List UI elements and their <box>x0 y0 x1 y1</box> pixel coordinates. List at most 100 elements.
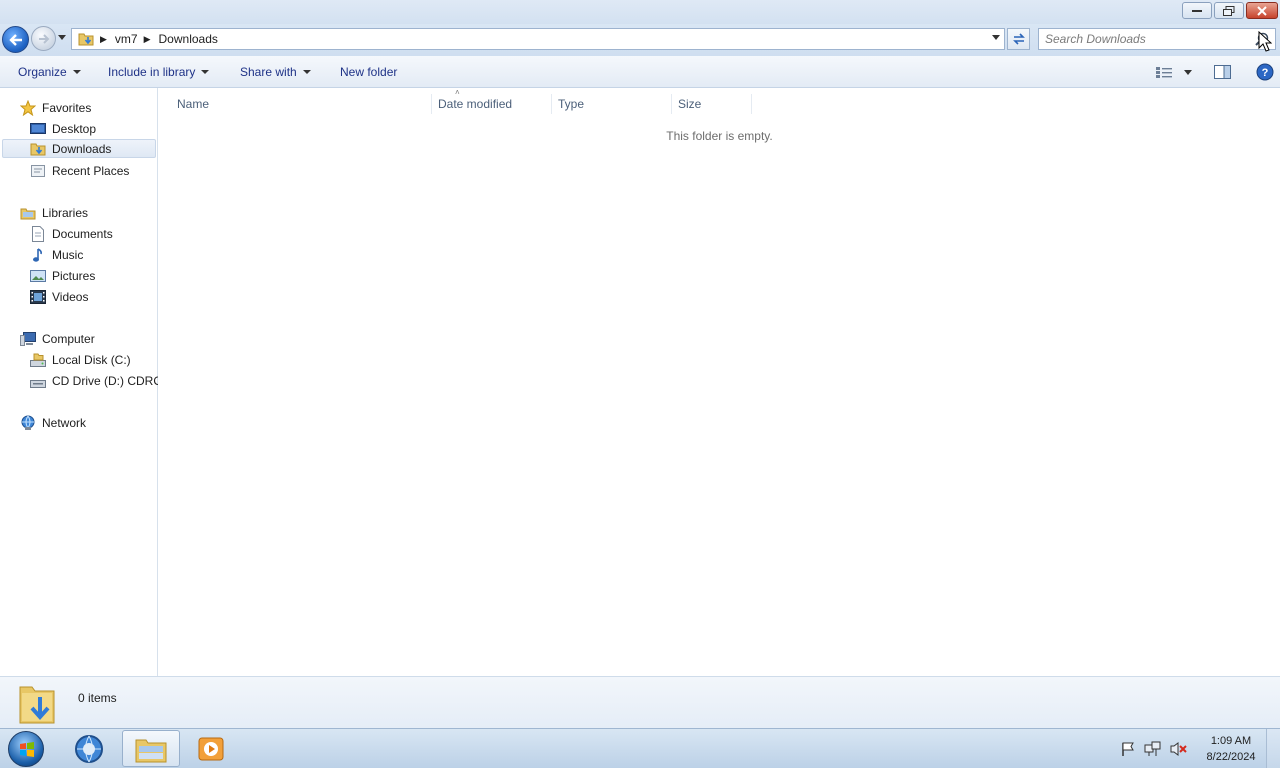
start-button[interactable] <box>8 731 44 767</box>
restore-button[interactable] <box>1214 2 1244 19</box>
taskbar-browser-button[interactable] <box>60 730 118 767</box>
search-box[interactable] <box>1038 28 1276 50</box>
arrow-left-icon <box>8 33 22 46</box>
nav-computer[interactable]: Computer <box>20 329 95 348</box>
computer-icon <box>20 331 36 347</box>
downloads-folder-icon <box>78 33 94 46</box>
nav-network[interactable]: Network <box>20 413 86 432</box>
address-dropdown-icon[interactable] <box>992 35 1000 40</box>
browser-globe-icon <box>75 734 103 763</box>
search-input[interactable] <box>1045 32 1255 46</box>
nav-music-label: Music <box>52 247 84 262</box>
clock[interactable]: 1:09 AM 8/22/2024 <box>1196 733 1266 765</box>
nav-local-disk-label: Local Disk (C:) <box>52 352 131 367</box>
back-button[interactable] <box>2 26 29 53</box>
clock-date: 8/22/2024 <box>1206 751 1256 763</box>
nav-music[interactable]: Music <box>30 245 83 264</box>
breadcrumb-downloads[interactable]: Downloads <box>159 32 218 46</box>
empty-folder-message: This folder is empty. <box>666 129 773 143</box>
show-desktop-button[interactable] <box>1266 729 1280 768</box>
desktop-icon <box>30 121 46 137</box>
column-header-name[interactable]: Name <box>171 94 432 114</box>
include-in-library-button[interactable]: Include in library <box>108 65 210 79</box>
share-with-button[interactable]: Share with <box>240 65 311 79</box>
nav-pictures[interactable]: Pictures <box>30 266 95 285</box>
nav-cd-drive[interactable]: CD Drive (D:) CDROM <box>30 371 158 390</box>
taskbar: 1:09 AM 8/22/2024 <box>0 728 1280 768</box>
network-icon <box>20 415 36 431</box>
title-bar <box>0 0 1280 24</box>
recent-pages-dropdown-icon[interactable] <box>58 35 66 40</box>
nav-videos-label: Videos <box>52 289 89 304</box>
downloads-folder-icon <box>19 686 55 724</box>
address-bar[interactable]: ▶ vm7 ▶ Downloads <box>71 28 1005 50</box>
dropdown-arrow-icon <box>72 70 81 74</box>
hard-drive-icon <box>30 352 46 368</box>
svg-text:?: ? <box>1262 67 1269 79</box>
arrow-right-icon <box>38 33 49 44</box>
star-icon <box>20 99 36 116</box>
navigation-pane: Favorites Desktop Downloads Recent Place… <box>0 88 158 676</box>
nav-libraries[interactable]: Libraries <box>20 203 88 222</box>
taskbar-explorer-button[interactable] <box>122 730 180 767</box>
dropdown-arrow-icon <box>201 70 210 74</box>
new-folder-button[interactable]: New folder <box>340 65 397 79</box>
restore-icon <box>1223 5 1235 16</box>
close-icon <box>1257 5 1267 16</box>
close-button[interactable] <box>1246 2 1278 19</box>
column-header-size[interactable]: Size <box>672 94 752 114</box>
address-row: ▶ vm7 ▶ Downloads <box>0 24 1280 56</box>
command-bar: Organize Include in library Share with N… <box>0 56 1280 88</box>
nav-local-disk[interactable]: Local Disk (C:) <box>30 350 131 369</box>
minimize-icon <box>1192 9 1202 12</box>
nav-videos[interactable]: Videos <box>30 287 88 306</box>
minimize-button[interactable] <box>1182 2 1212 19</box>
breadcrumb-vm7[interactable]: vm7 <box>115 32 138 46</box>
preview-pane-icon[interactable] <box>1214 65 1232 79</box>
view-options-dropdown-icon[interactable] <box>1184 69 1192 75</box>
volume-muted-icon[interactable] <box>1170 741 1188 757</box>
libraries-icon <box>20 205 36 221</box>
help-icon[interactable]: ? <box>1256 63 1274 81</box>
details-pane: 0 items <box>0 676 1280 728</box>
item-count: 0 items <box>78 691 117 705</box>
nav-recent-places-label: Recent Places <box>52 163 130 178</box>
organize-label: Organize <box>18 65 67 79</box>
windows-logo-icon <box>20 742 34 757</box>
refresh-button[interactable] <box>1007 28 1030 50</box>
taskbar-media-player-button[interactable] <box>182 730 240 767</box>
nav-downloads[interactable]: Downloads <box>2 139 156 158</box>
share-with-label: Share with <box>240 65 297 79</box>
media-player-icon <box>198 737 224 760</box>
forward-button[interactable] <box>31 26 56 51</box>
nav-documents[interactable]: Documents <box>30 224 113 243</box>
column-name-label: Name <box>177 97 210 111</box>
nav-desktop-label: Desktop <box>52 121 97 136</box>
music-note-icon <box>30 247 46 263</box>
explorer-folder-icon <box>135 739 167 762</box>
action-center-flag-icon[interactable] <box>1120 741 1136 757</box>
nav-favorites[interactable]: Favorites <box>20 98 91 117</box>
column-header-type[interactable]: Type <box>552 94 672 114</box>
nav-recent-places[interactable]: Recent Places <box>30 161 129 180</box>
nav-libraries-label: Libraries <box>42 205 89 220</box>
nav-desktop[interactable]: Desktop <box>30 119 96 138</box>
film-icon <box>30 289 46 305</box>
recent-places-icon <box>30 163 46 179</box>
caption-buttons <box>1182 2 1278 19</box>
mouse-cursor-icon <box>1258 31 1272 52</box>
cd-drive-icon <box>30 373 46 389</box>
organize-button[interactable]: Organize <box>18 65 81 79</box>
clock-time: 1:09 AM <box>1210 735 1252 747</box>
system-tray: 1:09 AM 8/22/2024 <box>1120 729 1280 768</box>
picture-icon <box>30 268 46 284</box>
breadcrumb-separator-icon[interactable]: ▶ <box>100 34 107 45</box>
nav-pictures-label: Pictures <box>52 268 96 283</box>
breadcrumb-separator-icon[interactable]: ▶ <box>144 34 151 45</box>
column-header-date-modified[interactable]: Date modified <box>432 94 552 114</box>
file-list[interactable]: ˄ Name Date modified Type Size This fold… <box>159 88 1280 676</box>
nav-documents-label: Documents <box>52 226 113 241</box>
nav-cd-drive-label: CD Drive (D:) CDROM <box>52 373 158 388</box>
network-status-icon[interactable] <box>1144 741 1162 757</box>
change-view-icon[interactable] <box>1156 65 1174 79</box>
